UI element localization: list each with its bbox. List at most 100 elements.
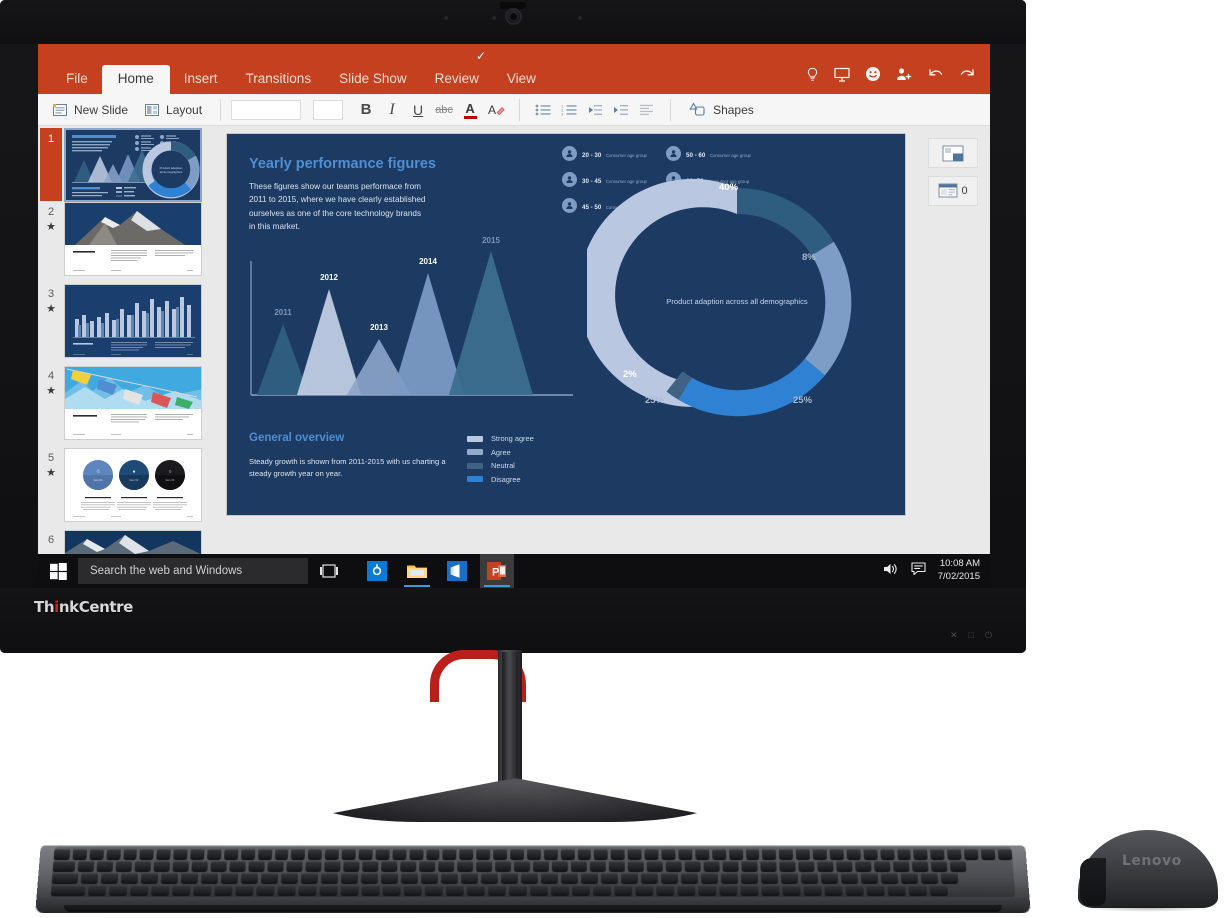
- keyboard-key[interactable]: [600, 873, 619, 884]
- keyboard-key[interactable]: [139, 849, 155, 861]
- keyboard-key[interactable]: [795, 849, 811, 861]
- keyboard-key[interactable]: [560, 849, 575, 861]
- keyboard-key[interactable]: [153, 861, 171, 873]
- keyboard-key[interactable]: [193, 884, 212, 897]
- keyboard-key[interactable]: [980, 849, 996, 861]
- redo-icon[interactable]: [959, 67, 976, 87]
- keyboard-key[interactable]: [460, 873, 479, 884]
- keyboard-key[interactable]: [703, 861, 720, 873]
- keyboard-key[interactable]: [210, 861, 227, 873]
- keyboard-key[interactable]: [173, 849, 188, 861]
- keyboard-key[interactable]: [134, 861, 152, 873]
- keyboard-key[interactable]: [640, 873, 659, 884]
- list-item[interactable]: 3 ★: [38, 282, 213, 364]
- keyboard-key[interactable]: [820, 873, 839, 884]
- bezel-close-button[interactable]: ✕: [950, 631, 958, 640]
- keyboard-key[interactable]: [459, 849, 474, 861]
- keyboard-key[interactable]: [551, 884, 570, 897]
- keyboard-key[interactable]: [908, 884, 928, 897]
- decrease-indent-icon[interactable]: [582, 97, 608, 123]
- keyboard-key[interactable]: [684, 861, 701, 873]
- keyboard-key[interactable]: [722, 861, 739, 873]
- increase-indent-icon[interactable]: [608, 97, 634, 123]
- bullets-icon[interactable]: [530, 97, 556, 123]
- search-input[interactable]: Search the web and Windows: [78, 558, 308, 584]
- keyboard-key[interactable]: [256, 884, 275, 897]
- list-item[interactable]: 5 ★ ☃ Item 01 ♦ Item 02 ○ Item 03: [38, 446, 213, 528]
- keyboard-key[interactable]: [382, 884, 401, 897]
- keyboard-key[interactable]: [240, 873, 259, 884]
- mouse[interactable]: Lenovo: [1078, 824, 1218, 914]
- keyboard-key[interactable]: [160, 873, 179, 884]
- keyboard-key[interactable]: [191, 861, 208, 873]
- slide-thumbnail-panel[interactable]: 1 Product adaption all demographics 2 ★ …: [38, 126, 213, 588]
- keyboard-key[interactable]: [156, 849, 172, 861]
- keyboard-key[interactable]: [920, 873, 939, 884]
- keyboard-key[interactable]: [380, 873, 399, 884]
- keyboard-key[interactable]: [115, 861, 133, 873]
- keyboard-key[interactable]: [358, 849, 373, 861]
- keyboard-key[interactable]: [863, 849, 878, 861]
- keyboard-key[interactable]: [860, 873, 879, 884]
- keyboard-key[interactable]: [343, 861, 360, 873]
- start-button[interactable]: [38, 554, 78, 588]
- keyboard-key[interactable]: [929, 884, 949, 897]
- keyboard-key[interactable]: [340, 873, 359, 884]
- keyboard-key[interactable]: [896, 849, 912, 861]
- tab-home[interactable]: Home: [101, 65, 170, 94]
- keyboard-key[interactable]: [963, 849, 979, 861]
- keyboard-key[interactable]: [425, 849, 440, 861]
- autosave-check-icon[interactable]: ✓: [476, 49, 486, 63]
- tell-me-icon[interactable]: [806, 67, 819, 87]
- keyboard-key[interactable]: [445, 884, 464, 897]
- keyboard-key[interactable]: [190, 849, 205, 861]
- keyboard-key[interactable]: [570, 861, 587, 873]
- keyboard-key[interactable]: [665, 861, 682, 873]
- keyboard-key[interactable]: [635, 884, 654, 897]
- keyboard-key[interactable]: [779, 849, 794, 861]
- keyboard-key[interactable]: [324, 849, 340, 861]
- keyboard-key[interactable]: [493, 849, 508, 861]
- keyboard-key[interactable]: [324, 861, 341, 873]
- keyboard-key[interactable]: [911, 861, 929, 873]
- keyboard-key[interactable]: [720, 873, 739, 884]
- keyboard-key[interactable]: [487, 884, 506, 897]
- keyboard-key[interactable]: [577, 849, 592, 861]
- keyboard-key[interactable]: [741, 861, 758, 873]
- keyboard-key[interactable]: [845, 884, 864, 897]
- slide-title[interactable]: Yearly performance figures: [249, 156, 436, 172]
- keyboard-key[interactable]: [824, 884, 843, 897]
- tab-file[interactable]: File: [52, 65, 102, 94]
- keyboard-key[interactable]: [855, 861, 872, 873]
- keyboard-key[interactable]: [229, 861, 246, 873]
- align-left-icon[interactable]: [634, 97, 660, 123]
- keyboard-key[interactable]: [240, 849, 256, 861]
- keyboard-key[interactable]: [274, 849, 289, 861]
- keyboard[interactable]: [35, 831, 1031, 914]
- keyboard-key[interactable]: [644, 849, 659, 861]
- keyboard-key[interactable]: [214, 884, 233, 897]
- keyboard-key[interactable]: [172, 861, 190, 873]
- keyboard-key[interactable]: [403, 884, 422, 897]
- keyboard-key[interactable]: [660, 873, 679, 884]
- smiley-icon[interactable]: [865, 66, 881, 87]
- keyboard-key[interactable]: [529, 884, 549, 897]
- keyboard-key[interactable]: [50, 884, 86, 897]
- thumbnail-preview-4[interactable]: [64, 366, 202, 440]
- keyboard-key[interactable]: [812, 849, 828, 861]
- keyboard-key[interactable]: [900, 873, 919, 884]
- keyboard-key[interactable]: [740, 884, 759, 897]
- keyboard-key[interactable]: [614, 884, 633, 897]
- keyboard-key[interactable]: [949, 861, 967, 873]
- layout-button[interactable]: Layout: [136, 103, 210, 117]
- keyboard-key[interactable]: [277, 884, 296, 897]
- keyboard-key[interactable]: [526, 849, 541, 861]
- keyboard-key[interactable]: [510, 849, 524, 861]
- keyboard-key[interactable]: [656, 884, 675, 897]
- keyboard-key[interactable]: [913, 849, 929, 861]
- notes-pane-button[interactable]: [928, 138, 978, 168]
- keyboard-key[interactable]: [997, 849, 1013, 861]
- keyboard-key[interactable]: [291, 849, 306, 861]
- powerpoint-icon[interactable]: P: [480, 554, 514, 588]
- keyboard-key[interactable]: [594, 849, 609, 861]
